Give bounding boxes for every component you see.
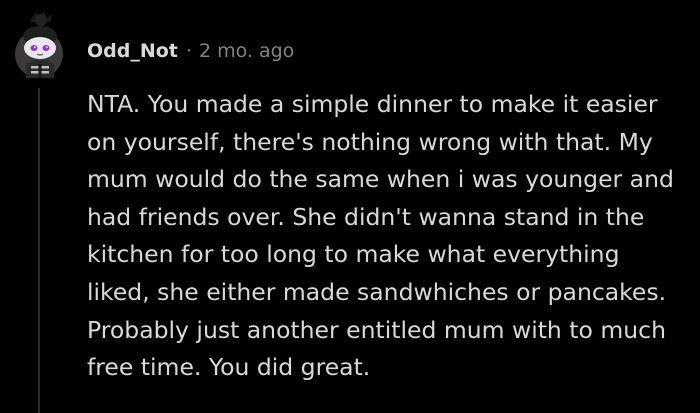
comment-header: Odd_Not · 2 mo. ago xyxy=(87,36,294,66)
avatar[interactable] xyxy=(12,8,76,82)
comment-body: NTA. You made a simple dinner to make it… xyxy=(87,90,674,382)
comment: Odd_Not · 2 mo. ago NTA. You made a simp… xyxy=(0,0,700,413)
username[interactable]: Odd_Not xyxy=(87,40,178,62)
snoo-avatar-icon xyxy=(15,11,63,78)
timestamp[interactable]: 2 mo. ago xyxy=(199,40,294,62)
thread-line[interactable] xyxy=(38,88,40,413)
meta-separator: · xyxy=(185,40,192,62)
